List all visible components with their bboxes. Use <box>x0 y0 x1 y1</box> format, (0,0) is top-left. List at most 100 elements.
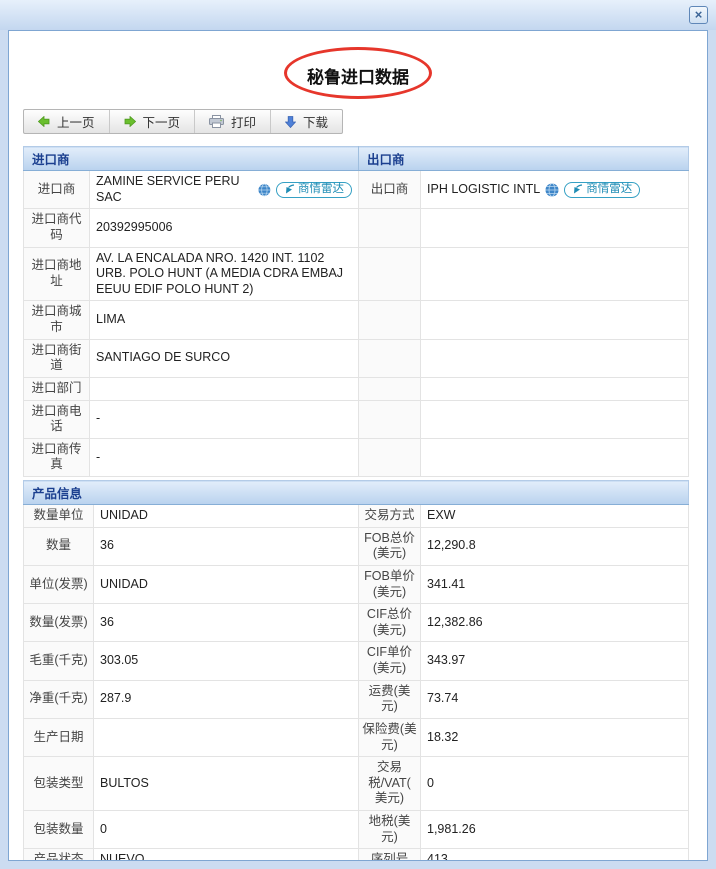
next-page-button[interactable]: 下一页 <box>110 110 196 133</box>
dialog-panel: 秘鲁进口数据 上一页 下一页 打印 下载 进口商 <box>8 30 708 861</box>
field-value <box>94 718 359 756</box>
field-value: SANTIAGO DE SURCO <box>90 339 359 377</box>
title-area: 秘鲁进口数据 <box>9 55 707 89</box>
field-label: 数量单位 <box>24 505 94 528</box>
field-value <box>421 339 689 377</box>
field-value: EXW <box>421 505 689 528</box>
table-row: 数量 36 FOB总价(美元) 12,290.8 <box>24 527 689 565</box>
arrow-right-icon <box>124 116 136 127</box>
field-value: - <box>90 438 359 476</box>
field-value: 0 <box>421 757 689 811</box>
table-row: 单位(发票) UNIDAD FOB单价(美元) 341.41 <box>24 565 689 603</box>
field-value: 73.74 <box>421 680 689 718</box>
importer-exporter-table: 进口商 出口商 进口商 ZAMINE SERVICE PERU SAC 商情雷达… <box>23 146 689 477</box>
section-header-exporter: 出口商 <box>359 147 689 171</box>
field-label: FOB总价(美元) <box>359 527 421 565</box>
table-row: 数量单位 UNIDAD 交易方式 EXW <box>24 505 689 528</box>
field-label: CIF单价(美元) <box>359 642 421 680</box>
exporter-name: IPH LOGISTIC INTL <box>427 182 540 198</box>
field-label: 进口商代码 <box>24 209 90 247</box>
field-value: 18.32 <box>421 718 689 756</box>
field-label: 进口商电话 <box>24 400 90 438</box>
table-row: 进口商代码 20392995006 <box>24 209 689 247</box>
table-row: 进口商传真 - <box>24 438 689 476</box>
table-row: 进口商街道 SANTIAGO DE SURCO <box>24 339 689 377</box>
field-label: 进口部门 <box>24 377 90 400</box>
print-label: 打印 <box>231 112 256 131</box>
field-label: 生产日期 <box>24 718 94 756</box>
field-value: 12,290.8 <box>421 527 689 565</box>
field-value: 0 <box>94 811 359 849</box>
product-info-table: 产品信息 数量单位 UNIDAD 交易方式 EXW 数量 36 FOB总价(美元… <box>23 480 689 861</box>
field-value: AV. LA ENCALADA NRO. 1420 INT. 1102 URB.… <box>90 247 359 301</box>
globe-icon[interactable] <box>258 183 271 197</box>
field-label <box>359 209 421 247</box>
printer-icon <box>209 115 224 128</box>
field-value <box>421 438 689 476</box>
section-header-product: 产品信息 <box>24 481 689 505</box>
page-title: 秘鲁进口数据 <box>307 55 409 88</box>
importer-name: ZAMINE SERVICE PERU SAC <box>96 174 253 205</box>
field-value: UNIDAD <box>94 505 359 528</box>
field-value <box>90 377 359 400</box>
field-value: 413 <box>421 849 689 861</box>
field-label: FOB单价(美元) <box>359 565 421 603</box>
table-row: 进口部门 <box>24 377 689 400</box>
field-label: 保险费(美元) <box>359 718 421 756</box>
field-label: 交易税/VAT(美元) <box>359 757 421 811</box>
globe-icon[interactable] <box>545 183 559 197</box>
table-row: 产品状态 NUEVO 序列号 413 <box>24 849 689 861</box>
field-value: 20392995006 <box>90 209 359 247</box>
prev-page-label: 上一页 <box>57 112 95 131</box>
table-row: 进口商城市 LIMA <box>24 301 689 339</box>
table-row: 包装类型 BULTOS 交易税/VAT(美元) 0 <box>24 757 689 811</box>
field-label <box>359 301 421 339</box>
field-value: 287.9 <box>94 680 359 718</box>
field-value: BULTOS <box>94 757 359 811</box>
field-label: 出口商 <box>359 171 421 209</box>
table-row: 包装数量 0 地税(美元) 1,981.26 <box>24 811 689 849</box>
field-label: 进口商街道 <box>24 339 90 377</box>
field-value: 303.05 <box>94 642 359 680</box>
print-button[interactable]: 打印 <box>195 110 271 133</box>
toolbar: 上一页 下一页 打印 下载 <box>23 109 343 134</box>
table-row: 进口商地址 AV. LA ENCALADA NRO. 1420 INT. 110… <box>24 247 689 301</box>
field-label: 进口商城市 <box>24 301 90 339</box>
field-label <box>359 400 421 438</box>
download-button[interactable]: 下载 <box>271 110 342 133</box>
field-label: 序列号 <box>359 849 421 861</box>
field-label: 数量(发票) <box>24 604 94 642</box>
next-page-label: 下一页 <box>143 112 181 131</box>
table-row: 净重(千克) 287.9 运费(美元) 73.74 <box>24 680 689 718</box>
table-row: 进口商电话 - <box>24 400 689 438</box>
field-label: 净重(千克) <box>24 680 94 718</box>
close-button[interactable]: × <box>689 6 708 24</box>
close-icon: × <box>695 7 703 22</box>
field-value: 36 <box>94 604 359 642</box>
business-radar-button[interactable]: 商情雷达 <box>564 182 640 198</box>
field-value: 1,981.26 <box>421 811 689 849</box>
table-row: 数量(发票) 36 CIF总价(美元) 12,382.86 <box>24 604 689 642</box>
importer-name-cell: ZAMINE SERVICE PERU SAC 商情雷达 <box>90 171 359 209</box>
field-label <box>359 377 421 400</box>
prev-page-button[interactable]: 上一页 <box>24 110 110 133</box>
section-header-row: 产品信息 <box>24 481 689 505</box>
arrow-down-icon <box>285 116 296 128</box>
field-label: 地税(美元) <box>359 811 421 849</box>
field-label: 数量 <box>24 527 94 565</box>
business-radar-button[interactable]: 商情雷达 <box>276 182 352 198</box>
dialog-titlebar: × <box>0 0 716 30</box>
field-label <box>359 339 421 377</box>
field-label: 运费(美元) <box>359 680 421 718</box>
exporter-name-cell: IPH LOGISTIC INTL 商情雷达 <box>421 171 689 209</box>
field-value <box>421 301 689 339</box>
table-row: 进口商 ZAMINE SERVICE PERU SAC 商情雷达 出口商 IPH… <box>24 171 689 209</box>
field-value <box>421 400 689 438</box>
field-value: 12,382.86 <box>421 604 689 642</box>
field-label: 包装数量 <box>24 811 94 849</box>
field-value <box>421 377 689 400</box>
field-value <box>421 209 689 247</box>
field-label <box>359 438 421 476</box>
table-row: 生产日期 保险费(美元) 18.32 <box>24 718 689 756</box>
radar-label: 商情雷达 <box>298 182 344 196</box>
